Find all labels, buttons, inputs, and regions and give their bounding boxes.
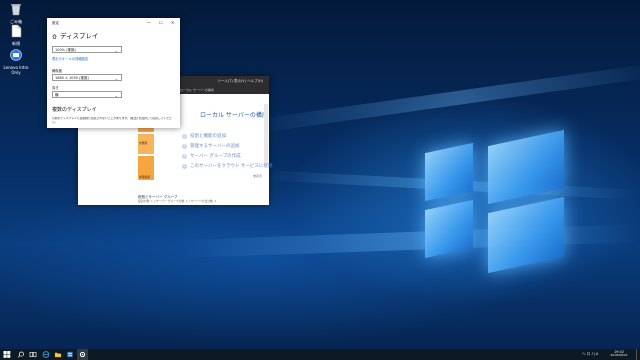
file-explorer-icon[interactable] — [54, 351, 62, 358]
step-create-group[interactable]: 4 サーバー グループの作成 — [182, 154, 241, 160]
step-connect-cloud[interactable]: 5 このサーバーをクラウド サービスに接続 — [182, 164, 272, 170]
whats-new-tile[interactable]: 新機能 — [138, 134, 154, 154]
section-subtitle: 役割の数: 1 | サーバー グループの数: 1 | サーバーの合計数: 1 — [138, 199, 217, 203]
recycle-bin-icon — [11, 4, 21, 16]
page-title: ディスプレイ — [60, 32, 99, 40]
scrollbar[interactable] — [264, 104, 268, 164]
step-add-servers[interactable]: 3 管理するサーバーの追加 — [182, 144, 239, 150]
chevron-down-icon: ⌄ — [114, 93, 118, 98]
search-icon[interactable] — [17, 351, 25, 358]
settings-window[interactable]: 設定 — ☐ ✕ ディスプレイ 100% (推奨) ⌄ 表示スケールの詳細設定 解… — [47, 18, 180, 128]
desktop-icon-label: Lenovo Intro Only — [3, 65, 29, 75]
light-beam — [180, 223, 640, 258]
document-icon — [11, 24, 22, 38]
resolution-label: 解像度 — [52, 69, 62, 73]
logo-pane — [425, 199, 473, 259]
orientation-label: 向き — [52, 86, 59, 90]
step-add-roles[interactable]: 2 役割と機能の追加 — [182, 134, 226, 140]
close-button[interactable]: ✕ — [171, 20, 174, 25]
desktop-icon-new[interactable]: 新規 — [1, 24, 31, 46]
maximize-button[interactable]: ☐ — [159, 20, 163, 25]
desktop-icon-app[interactable]: Lenovo Intro Only — [1, 48, 31, 75]
chevron-down-icon: ⌄ — [114, 76, 118, 81]
desktop: ごみ箱 新規 Lenovo Intro Only ツール(T) 表示(V) ヘル… — [0, 0, 640, 349]
edge-icon[interactable] — [42, 351, 50, 358]
taskbar: へ 口 ♪) A 19:02 2018/08/21 — [0, 349, 640, 360]
start-icon[interactable] — [3, 351, 11, 358]
minimize-button[interactable]: — — [147, 20, 151, 25]
multi-display-heading: 複数のディスプレイ — [52, 107, 97, 113]
gear-icon — [79, 351, 86, 358]
app-shortcut-icon — [10, 49, 22, 61]
system-tray[interactable]: へ 口 ♪) A — [582, 352, 598, 356]
orientation-dropdown[interactable]: 横 ⌄ — [52, 91, 122, 98]
light-beam — [250, 61, 640, 134]
welcome-heading[interactable]: ローカル サーバーの構成 — [200, 112, 268, 119]
server-manager-icon[interactable] — [66, 351, 74, 358]
home-icon[interactable] — [52, 34, 57, 39]
server-manager-side-text: ローカル サーバーの構成 — [180, 88, 214, 92]
multi-display-text: 以前のディスプレイに自動的に接続されないことがあります。[検出] を選択して接続… — [52, 117, 172, 124]
learn-more-tile[interactable]: 詳細情報 — [138, 156, 154, 180]
server-manager-menu[interactable]: ツール(T) 表示(V) ヘルプ(H) — [217, 79, 263, 83]
advanced-scaling-link[interactable]: 表示スケールの詳細設定 — [52, 57, 88, 61]
clock-date: 2018/08/21 — [610, 353, 628, 357]
hide-link[interactable]: 非表示 — [253, 174, 262, 178]
show-desktop-button[interactable] — [636, 349, 640, 360]
scale-dropdown[interactable]: 100% (推奨) ⌄ — [52, 46, 122, 53]
logo-pane — [488, 196, 564, 274]
settings-titlebar: 設定 — ☐ ✕ — [47, 18, 180, 29]
logo-pane — [425, 142, 473, 202]
server-manager-subheader: ローカル サーバーの構成 — [178, 86, 269, 94]
resolution-dropdown[interactable]: 1680 × 1050 (推奨) ⌄ — [52, 74, 122, 81]
desktop-icon-recycle-bin[interactable]: ごみ箱 — [1, 2, 31, 24]
task-view-icon[interactable] — [29, 351, 37, 358]
clock[interactable]: 19:02 2018/08/21 — [608, 350, 630, 358]
settings-taskbar-button[interactable] — [77, 349, 88, 360]
settings-window-title: 設定 — [52, 21, 59, 25]
chevron-down-icon: ⌄ — [114, 48, 118, 53]
desktop-icon-label: 新規 — [12, 41, 20, 46]
